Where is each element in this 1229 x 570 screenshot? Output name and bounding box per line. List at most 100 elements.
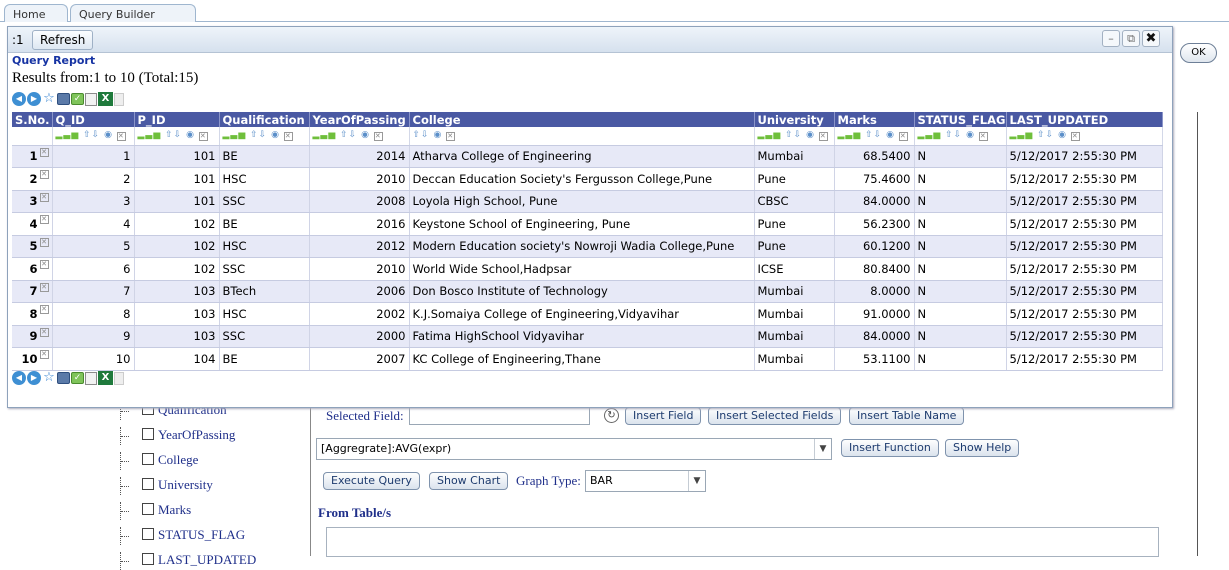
checkbox[interactable] [142, 528, 154, 540]
column-controls[interactable]: ▂▃▅ ⇧⇩ ◉ ✕ [754, 127, 835, 146]
ok-button[interactable]: OK [1180, 43, 1217, 63]
table-row: 1 ✕ 1 101 BE 2014 Atharva College of Engi… [12, 145, 1163, 168]
table-row: 7 ✕ 7 103 BTech 2006 Don Bosco Institute … [12, 280, 1163, 303]
check-icon[interactable]: ✓ [71, 93, 84, 105]
tree-item-last-updated[interactable]: LAST_UPDATED [120, 552, 256, 570]
excel-icon[interactable]: X [98, 92, 113, 106]
tab-home[interactable]: Home [4, 4, 68, 22]
remove-row-icon[interactable]: ✕ [39, 260, 49, 269]
checkbox[interactable] [142, 453, 154, 465]
remove-icon: ✕ [446, 132, 456, 142]
column-controls[interactable]: ▂▃▅ ⇧⇩ ◉ ✕ [914, 127, 1007, 146]
previous-page-icon[interactable]: ◀ [12, 92, 26, 106]
restore-icon[interactable]: ⧉ [1122, 30, 1140, 47]
remove-icon: ✕ [818, 132, 828, 142]
checkbox[interactable] [142, 553, 154, 565]
remove-row-icon[interactable]: ✕ [39, 192, 49, 202]
star-icon[interactable]: ☆ [42, 92, 56, 106]
document-icon[interactable] [85, 372, 97, 385]
insert-field-button[interactable]: Insert Field [625, 407, 702, 425]
minimize-icon[interactable]: – [1102, 30, 1120, 47]
excel-icon[interactable]: X [98, 371, 113, 385]
cell-last-updated: 5/12/2017 2:55:30 PM [1006, 257, 1163, 281]
insert-selected-fields-button[interactable]: Insert Selected Fields [708, 407, 842, 425]
table-header-row: S.No. Q_ID P_ID Qualification YearOfPass… [12, 112, 1163, 127]
previous-page-icon[interactable]: ◀ [12, 371, 26, 385]
filter-icon: ◉ [186, 130, 195, 141]
from-tables-textarea[interactable] [326, 527, 1159, 557]
remove-row-icon[interactable]: ✕ [39, 327, 49, 337]
cell-status-flag: N [914, 167, 1007, 191]
cell-university: Mumbai [754, 280, 835, 303]
remove-row-icon[interactable]: ✕ [39, 237, 49, 247]
cell-q-id: 9 [52, 325, 135, 348]
cell-p-id: 103 [134, 280, 220, 303]
column-controls[interactable]: ▂▃▅ ⇧⇩ ◉ ✕ [1006, 127, 1163, 146]
tree-item-marks[interactable]: Marks [120, 502, 191, 520]
checkbox[interactable] [142, 428, 154, 440]
refresh-button[interactable]: Refresh [32, 30, 94, 50]
document-icon[interactable] [85, 93, 97, 106]
cell-qualification: HSC [219, 167, 310, 191]
column-header-sno[interactable]: S.No. [12, 112, 53, 127]
show-help-button[interactable]: Show Help [945, 439, 1020, 457]
cell-q-id: 4 [52, 212, 135, 236]
checkbox[interactable] [142, 503, 154, 515]
remove-row-icon[interactable]: ✕ [39, 147, 49, 157]
column-header-qualification[interactable]: Qualification [219, 112, 310, 127]
column-header-status-flag[interactable]: STATUS_FLAG [914, 112, 1007, 127]
cell-last-updated: 5/12/2017 2:55:30 PM [1006, 167, 1163, 191]
column-header-marks[interactable]: Marks [834, 112, 915, 127]
column-header-university[interactable]: University [754, 112, 835, 127]
row-number: 1 ✕ [12, 145, 53, 168]
tree-item-college[interactable]: College [120, 452, 198, 470]
insert-function-button[interactable]: Insert Function [841, 439, 939, 457]
tree-item-label: Marks [158, 502, 192, 517]
cell-last-updated: 5/12/2017 2:55:30 PM [1006, 190, 1163, 213]
close-icon[interactable]: ✖ [1142, 30, 1160, 47]
column-controls[interactable]: ⇧⇩ ◉ ✕ [409, 127, 755, 146]
chart-icon: ▂▃▅ [222, 130, 247, 141]
insert-table-name-button[interactable]: Insert Table Name [849, 407, 965, 425]
star-icon[interactable]: ☆ [42, 371, 56, 385]
grid-view-icon[interactable] [57, 372, 70, 384]
tab-query-builder[interactable]: Query Builder [70, 4, 196, 22]
column-header-p-id[interactable]: P_ID [134, 112, 220, 127]
remove-row-icon[interactable]: ✕ [39, 170, 49, 179]
tree-item-university[interactable]: University [120, 477, 213, 495]
column-controls[interactable]: ▂▃▅ ⇧⇩ ◉ ✕ [52, 127, 135, 146]
filter-icon: ◉ [433, 130, 443, 141]
column-controls[interactable]: ▂▃▅ ⇧⇩ ◉ ✕ [134, 127, 220, 146]
column-controls[interactable]: ▂▃▅ ⇧⇩ ◉ ✕ [219, 127, 310, 146]
disabled-icon [114, 93, 124, 106]
next-page-icon[interactable]: ▶ [27, 92, 41, 106]
tree-item-status-flag[interactable]: STATUS_FLAG [120, 527, 245, 545]
cell-status-flag: N [914, 212, 1007, 236]
remove-row-icon[interactable]: ✕ [39, 305, 49, 314]
table-row: 9 ✕ 9 103 SSC 2000 Fatima HighSchool Vidy… [12, 325, 1163, 348]
column-header-q-id[interactable]: Q_ID [52, 112, 135, 127]
column-controls[interactable]: ▂▃▅ ⇧⇩ ◉ ✕ [309, 127, 410, 146]
report-title: Query Report [12, 54, 96, 67]
column-header-college[interactable]: College [409, 112, 755, 127]
check-icon[interactable]: ✓ [71, 372, 84, 384]
remove-row-icon[interactable]: ✕ [39, 350, 49, 359]
table-row: 6 ✕ 6 102 SSC 2010 World Wide School,Hadp… [12, 257, 1163, 281]
grid-view-icon[interactable] [57, 93, 70, 105]
checkbox[interactable] [142, 478, 154, 490]
filter-icon: ◉ [361, 130, 370, 141]
selected-field-input[interactable] [409, 405, 590, 425]
column-header-yearofpassing[interactable]: YearOfPassing [309, 112, 410, 127]
column-controls[interactable]: ▂▃▅ ⇧⇩ ◉ ✕ [834, 127, 915, 146]
tree-connector [120, 452, 142, 470]
remove-row-icon[interactable]: ✕ [39, 215, 49, 224]
column-header-last-updated[interactable]: LAST_UPDATED [1006, 112, 1163, 127]
tree-item-yearofpassing[interactable]: YearOfPassing [120, 427, 235, 445]
show-chart-button[interactable]: Show Chart [429, 472, 509, 490]
graph-type-select[interactable]: BAR ▼ [585, 470, 706, 492]
remove-row-icon[interactable]: ✕ [39, 282, 49, 292]
function-select[interactable]: [Aggregrate]:AVG(expr) ▼ [316, 438, 832, 460]
refresh-icon[interactable]: ↻ [604, 408, 619, 423]
execute-query-button[interactable]: Execute Query [323, 472, 420, 490]
next-page-icon[interactable]: ▶ [27, 371, 41, 385]
